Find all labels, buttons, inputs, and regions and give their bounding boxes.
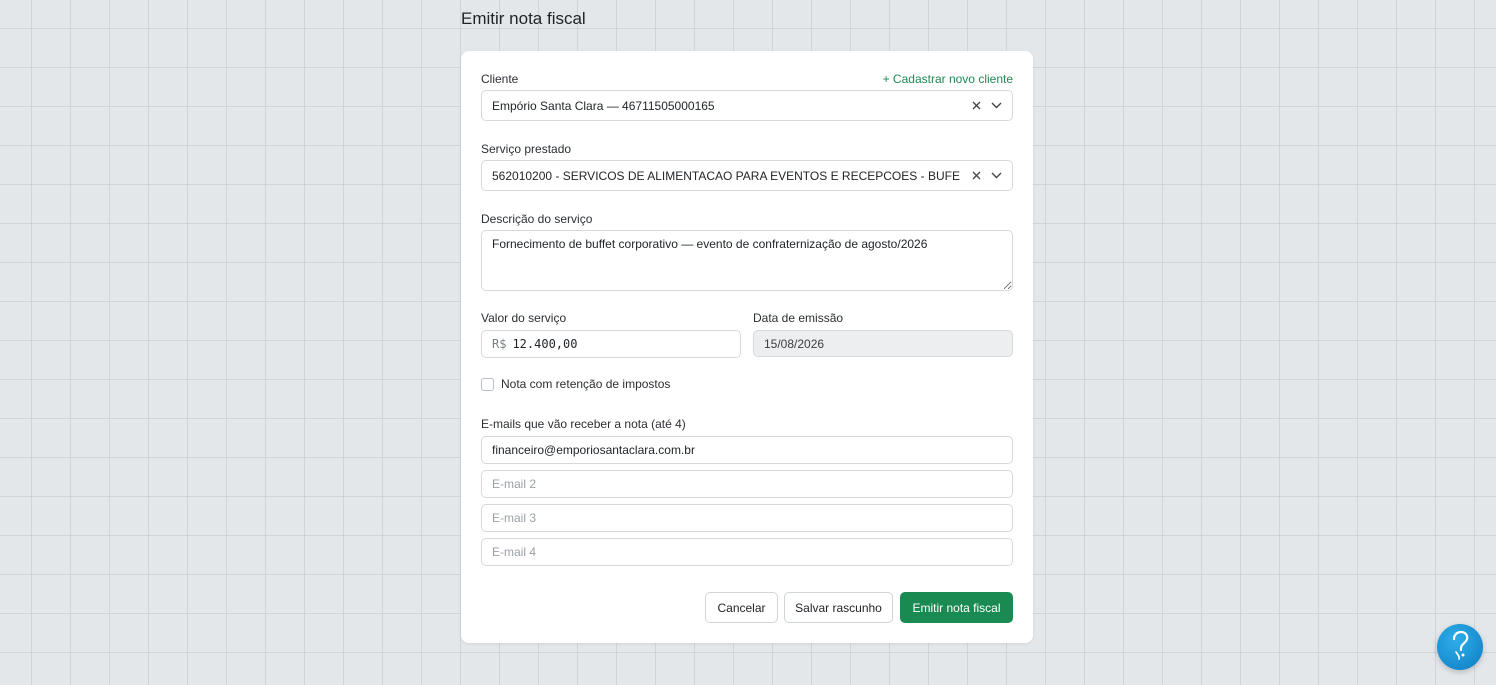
email-field-3[interactable] <box>481 504 1013 532</box>
invoice-form-card: Cliente + Cadastrar novo cliente Empório… <box>461 51 1033 643</box>
servico-select-value: 562010200 - SERVICOS DE ALIMENTACAO PARA… <box>492 168 960 183</box>
chevron-down-icon[interactable] <box>988 168 1004 184</box>
page-title: Emitir nota fiscal <box>461 9 586 28</box>
currency-prefix: R$ <box>492 337 507 351</box>
data-emissao-input <box>753 330 1013 357</box>
cliente-select-value: Empório Santa Clara — 46711505000165 <box>492 98 715 113</box>
help-icon <box>1447 630 1473 665</box>
close-icon[interactable] <box>968 168 984 184</box>
new-client-link[interactable]: + Cadastrar novo cliente <box>883 72 1013 86</box>
cliente-label: Cliente <box>481 72 519 86</box>
close-icon[interactable] <box>968 98 984 114</box>
retencao-checkbox[interactable] <box>481 377 494 391</box>
email-field-4[interactable] <box>481 538 1013 566</box>
retencao-row: Nota com retenção de impostos <box>481 377 670 391</box>
valor-input[interactable] <box>512 337 713 351</box>
retencao-label: Nota com retenção de impostos <box>501 377 671 391</box>
email-field-1[interactable] <box>481 436 1013 464</box>
save-draft-button[interactable]: Salvar rascunho <box>784 592 893 623</box>
valor-field[interactable]: R$ <box>481 330 741 358</box>
servico-label: Serviço prestado <box>481 142 572 156</box>
emit-invoice-button[interactable]: Emitir nota fiscal <box>900 592 1013 623</box>
servico-select[interactable]: 562010200 - SERVICOS DE ALIMENTACAO PARA… <box>481 160 1013 191</box>
help-button[interactable] <box>1437 624 1483 670</box>
descricao-label: Descrição do serviço <box>481 212 593 226</box>
cancel-button[interactable]: Cancelar <box>705 592 778 623</box>
cliente-select[interactable]: Empório Santa Clara — 46711505000165 <box>481 90 1013 121</box>
valor-label: Valor do serviço <box>481 311 567 325</box>
email-field-2[interactable] <box>481 470 1013 498</box>
descricao-textarea[interactable]: Fornecimento de buffet corporativo — eve… <box>481 230 1013 291</box>
chevron-down-icon[interactable] <box>988 98 1004 114</box>
emails-label: E-mails que vão receber a nota (até 4) <box>481 417 686 431</box>
data-label: Data de emissão <box>753 311 844 325</box>
